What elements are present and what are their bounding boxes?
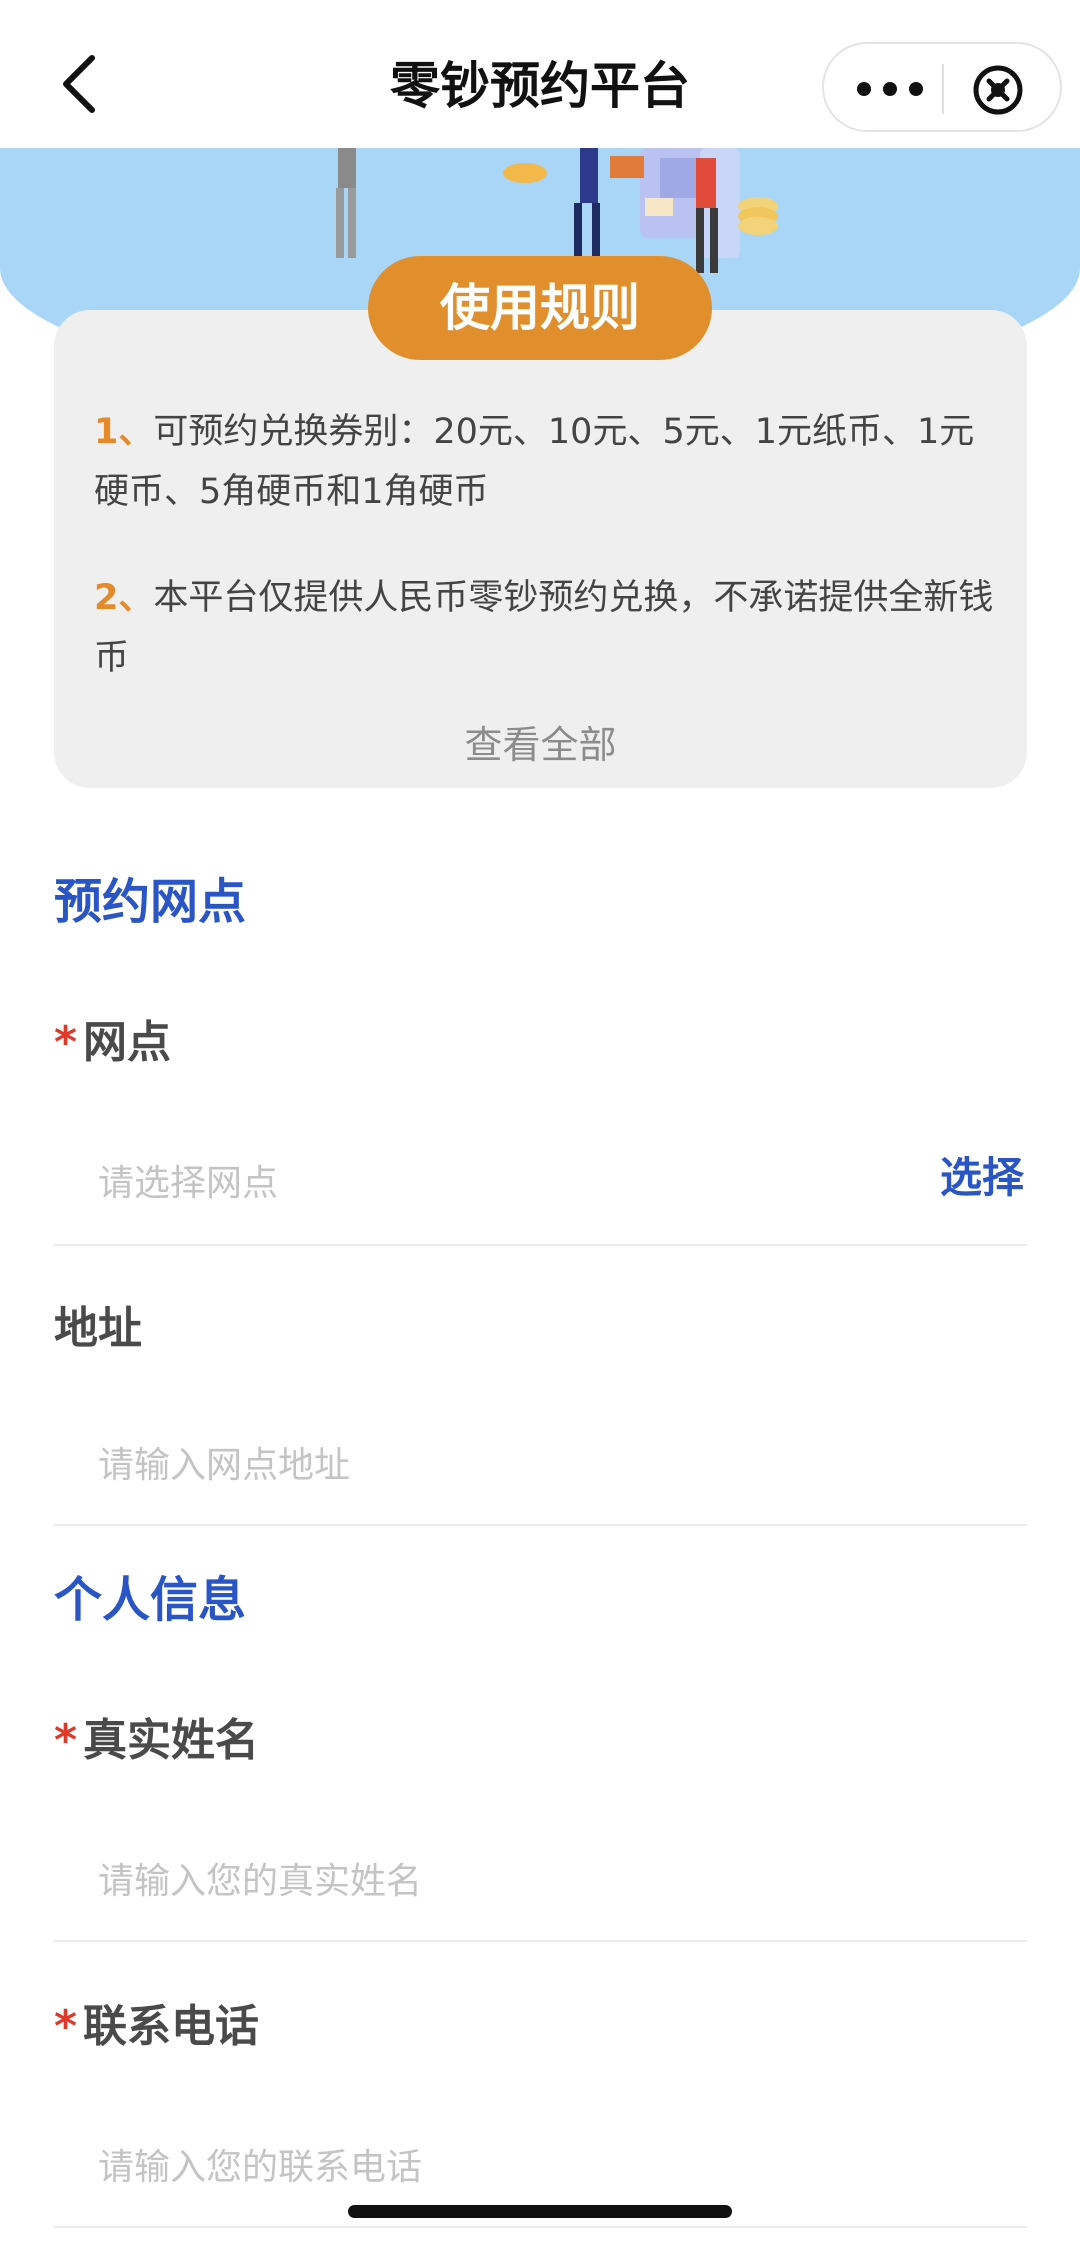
required-mark: * bbox=[54, 1715, 78, 1766]
name-label: * 真实姓名 bbox=[54, 1715, 260, 1766]
rule-separator: 、 bbox=[118, 412, 154, 452]
mini-program-capsule bbox=[822, 42, 1062, 132]
phone-input[interactable]: 请输入您的联系电话 bbox=[98, 2138, 422, 2190]
rule-item-1: 1、可预约兑换券别：20元、10元、5元、1元纸币、1元硬币、5角硬币和1角硬币 bbox=[94, 402, 994, 522]
rule-number: 2 bbox=[94, 578, 119, 618]
home-indicator bbox=[348, 2205, 732, 2218]
view-all-link[interactable]: 查看全部 bbox=[54, 714, 1027, 769]
more-button[interactable] bbox=[848, 64, 932, 114]
rules-card: 1、可预约兑换券别：20元、10元、5元、1元纸币、1元硬币、5角硬币和1角硬币… bbox=[54, 310, 1027, 788]
rule-item-2: 2、本平台仅提供人民币零钞预约兑换，不承诺提供全新钱币 bbox=[94, 568, 994, 688]
field-divider bbox=[54, 1940, 1027, 1942]
rule-text: 本平台仅提供人民币零钞预约兑换，不承诺提供全新钱币 bbox=[94, 578, 994, 678]
field-divider bbox=[54, 1524, 1027, 1526]
rules-tab: 使用规则 bbox=[368, 256, 712, 360]
name-input[interactable]: 请输入您的真实姓名 bbox=[98, 1852, 422, 1904]
close-button[interactable] bbox=[970, 62, 1026, 118]
select-branch-button[interactable]: 选择 bbox=[940, 1144, 1024, 1205]
section-title-personal: 个人信息 bbox=[54, 1572, 247, 1628]
field-divider bbox=[54, 2226, 1027, 2228]
rule-text: 可预约兑换券别：20元、10元、5元、1元纸币、1元硬币、5角硬币和1角硬币 bbox=[94, 412, 975, 512]
rule-number: 1 bbox=[94, 412, 119, 452]
branch-select-field[interactable]: 请选择网点 bbox=[98, 1154, 278, 1206]
address-input[interactable]: 请输入网点地址 bbox=[98, 1436, 350, 1488]
address-label: 地址 bbox=[54, 1303, 142, 1354]
field-divider bbox=[54, 1244, 1027, 1246]
close-circle-icon bbox=[973, 65, 1023, 115]
rule-separator: 、 bbox=[118, 578, 154, 618]
nav-bar: 零钞预约平台 bbox=[0, 0, 1080, 148]
section-title-branch: 预约网点 bbox=[54, 874, 247, 930]
required-mark: * bbox=[54, 2001, 78, 2052]
capsule-divider bbox=[942, 64, 944, 114]
phone-label: * 联系电话 bbox=[54, 2001, 260, 2052]
required-mark: * bbox=[54, 1017, 78, 1068]
more-dots-icon bbox=[857, 82, 923, 96]
branch-label: * 网点 bbox=[54, 1017, 172, 1068]
